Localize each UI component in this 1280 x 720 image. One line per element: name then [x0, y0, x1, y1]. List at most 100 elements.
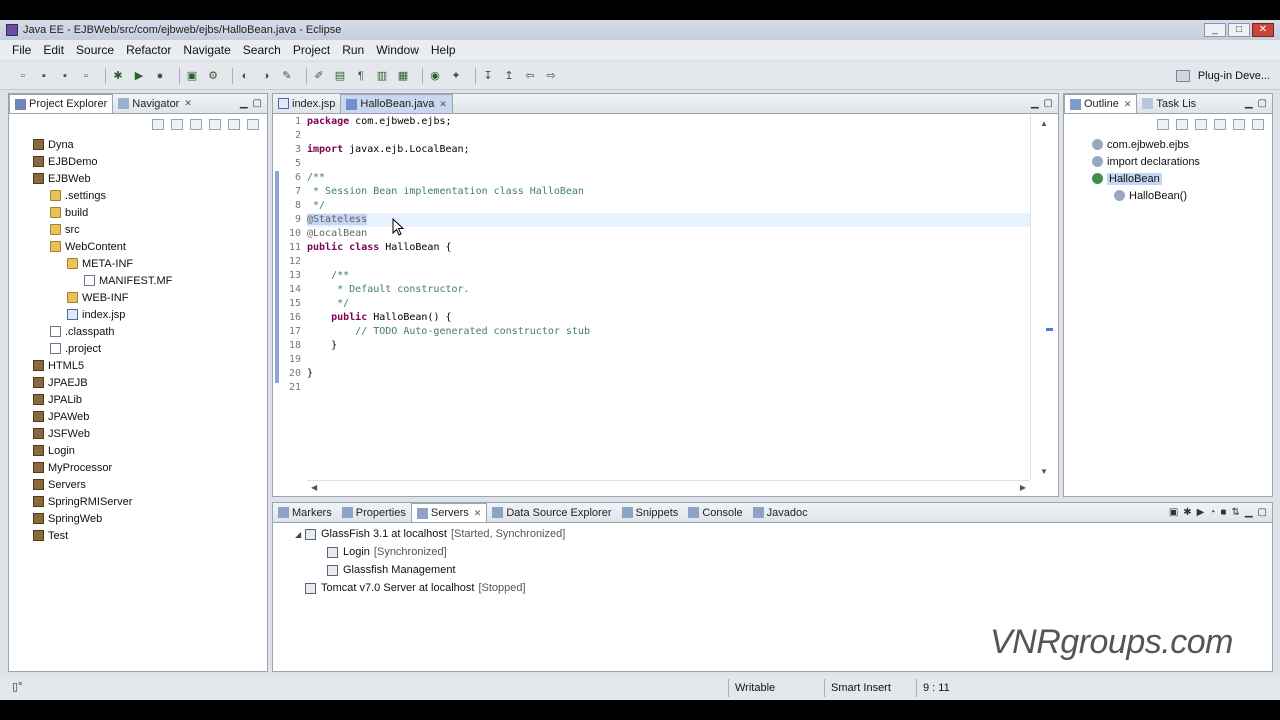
- debug-icon[interactable]: ✱: [111, 69, 125, 83]
- start-server-icon[interactable]: ▶: [1197, 507, 1205, 518]
- outline-item[interactable]: import declarations: [1064, 153, 1272, 170]
- save-all-icon[interactable]: ▪: [58, 69, 72, 83]
- tree-item[interactable]: JSFWeb: [9, 425, 267, 442]
- code-line[interactable]: 20}: [289, 367, 1030, 381]
- tab-navigator[interactable]: Navigator ✕: [113, 94, 197, 113]
- tree-item[interactable]: build: [9, 204, 267, 221]
- tree-item[interactable]: EJBWeb: [9, 170, 267, 187]
- tab-index-jsp[interactable]: index.jsp: [273, 94, 340, 113]
- next-annotation-icon[interactable]: ↧: [481, 69, 495, 83]
- close-tab-icon[interactable]: ✕: [1124, 99, 1132, 110]
- code-line[interactable]: 5: [295, 157, 1030, 171]
- hide-non-public-icon[interactable]: [1214, 118, 1226, 130]
- scroll-right-icon[interactable]: ▶: [1020, 483, 1026, 492]
- code-line[interactable]: 15 */: [289, 297, 1030, 311]
- tree-item[interactable]: Dyna: [9, 136, 267, 153]
- code-line[interactable]: 7 * Session Bean implementation class Ha…: [295, 185, 1030, 199]
- split-icon[interactable]: ▦: [396, 69, 410, 83]
- mark-occurrences-icon[interactable]: ✐: [312, 69, 326, 83]
- new-icon[interactable]: ▫: [16, 69, 30, 83]
- print-icon[interactable]: ▫: [79, 69, 93, 83]
- close-tab-icon[interactable]: ✕: [474, 508, 482, 519]
- back-icon[interactable]: [152, 118, 164, 130]
- tree-item[interactable]: SpringWeb: [9, 510, 267, 527]
- code-line[interactable]: 2: [295, 129, 1030, 143]
- close-tab-icon[interactable]: ✕: [439, 99, 447, 110]
- run-icon[interactable]: ▶: [132, 69, 146, 83]
- tab-markers[interactable]: Markers: [273, 503, 337, 522]
- forward-icon[interactable]: ⇨: [544, 69, 558, 83]
- debug-server-icon[interactable]: ✱: [1183, 507, 1191, 518]
- scroll-left-icon[interactable]: ◀: [311, 483, 317, 492]
- fast-view-icon[interactable]: ▯°: [12, 680, 22, 693]
- code-line[interactable]: 3 import javax.ejb.LocalBean;: [295, 143, 1030, 157]
- tree-item[interactable]: index.jsp: [9, 306, 267, 323]
- outline-item[interactable]: com.ejbweb.ejbs: [1064, 136, 1272, 153]
- menu-source[interactable]: Source: [70, 43, 120, 57]
- menu-edit[interactable]: Edit: [37, 43, 70, 57]
- tree-item[interactable]: JPALib: [9, 391, 267, 408]
- tree-item[interactable]: HTML5: [9, 357, 267, 374]
- tree-item[interactable]: .settings: [9, 187, 267, 204]
- close-tab-icon[interactable]: ✕: [184, 98, 192, 109]
- tab-project-explorer[interactable]: Project Explorer: [9, 94, 114, 113]
- hide-static-icon[interactable]: [1195, 118, 1207, 130]
- tab-console[interactable]: Console: [683, 503, 747, 522]
- link-editor-icon[interactable]: [228, 118, 240, 130]
- globe-icon[interactable]: ◉: [428, 69, 442, 83]
- tree-item[interactable]: META-INF: [9, 255, 267, 272]
- tab-task-list[interactable]: Task Lis: [1137, 94, 1201, 113]
- columns-icon[interactable]: ▥: [375, 69, 389, 83]
- tree-item[interactable]: src: [9, 221, 267, 238]
- minimize-view-icon[interactable]: ▁: [1245, 507, 1253, 518]
- tree-item[interactable]: WEB-INF: [9, 289, 267, 306]
- minimize-view-icon[interactable]: ▁: [1245, 98, 1253, 109]
- code-line[interactable]: 6 /**: [295, 171, 1030, 185]
- tab-hallobean-java[interactable]: HalloBean.java ✕: [340, 94, 453, 113]
- maximize-view-icon[interactable]: ▢: [253, 98, 262, 109]
- tree-item[interactable]: MyProcessor: [9, 459, 267, 476]
- prev-annotation-icon[interactable]: ↥: [502, 69, 516, 83]
- profile-server-icon[interactable]: ◔: [1209, 507, 1215, 518]
- server-row[interactable]: Login [Synchronized]: [273, 543, 1272, 561]
- tree-item[interactable]: Test: [9, 527, 267, 544]
- code-line[interactable]: 17 // TODO Auto-generated constructor st…: [289, 325, 1030, 339]
- menu-help[interactable]: Help: [425, 43, 462, 57]
- tree-item[interactable]: Login: [9, 442, 267, 459]
- search-icon[interactable]: ✎: [280, 69, 294, 83]
- hide-fields-icon[interactable]: [1176, 118, 1188, 130]
- tree-item[interactable]: SpringRMIServer: [9, 493, 267, 510]
- menu-refactor[interactable]: Refactor: [120, 43, 177, 57]
- whitespace-icon[interactable]: ¶: [354, 69, 368, 83]
- maximize-view-icon[interactable]: ▢: [1044, 98, 1053, 109]
- perspective-label[interactable]: Plug-in Deve...: [1198, 70, 1270, 82]
- menu-window[interactable]: Window: [370, 43, 425, 57]
- menu-project[interactable]: Project: [287, 43, 336, 57]
- minimize-view-icon[interactable]: ▁: [1031, 98, 1039, 109]
- maximize-view-icon[interactable]: ▢: [1258, 507, 1267, 518]
- sort-icon[interactable]: [1157, 118, 1169, 130]
- tab-servers[interactable]: Servers ✕: [410, 503, 488, 522]
- perspective-switcher[interactable]: Plug-in Deve...: [1175, 69, 1270, 82]
- menu-navigate[interactable]: Navigate: [177, 43, 236, 57]
- tree-item[interactable]: Servers: [9, 476, 267, 493]
- settings-icon[interactable]: ⚙: [206, 69, 220, 83]
- open-task-icon[interactable]: ◑: [259, 69, 273, 83]
- close-button[interactable]: ✕: [1252, 23, 1274, 37]
- pin-icon[interactable]: ✦: [449, 69, 463, 83]
- code-line[interactable]: 13 /**: [289, 269, 1030, 283]
- open-type-icon[interactable]: ◐: [238, 69, 252, 83]
- toggle-block-icon[interactable]: ▤: [333, 69, 347, 83]
- tree-item[interactable]: JPAWeb: [9, 408, 267, 425]
- maximize-button[interactable]: □: [1228, 23, 1250, 37]
- code-line[interactable]: 9 @Stateless: [295, 213, 1030, 227]
- new-server-icon[interactable]: ▣: [1169, 507, 1178, 518]
- up-icon[interactable]: [190, 118, 202, 130]
- tab-javadoc[interactable]: Javadoc: [748, 503, 813, 522]
- code-line[interactable]: 14 * Default constructor.: [289, 283, 1030, 297]
- code-area[interactable]: 1 package com.ejbweb.ejbs; 2 3 import javax.…: [289, 115, 1030, 480]
- code-line[interactable]: 8 */: [295, 199, 1030, 213]
- collapse-all-icon[interactable]: [209, 118, 221, 130]
- tree-item[interactable]: JPAEJB: [9, 374, 267, 391]
- view-menu-icon[interactable]: [247, 118, 259, 130]
